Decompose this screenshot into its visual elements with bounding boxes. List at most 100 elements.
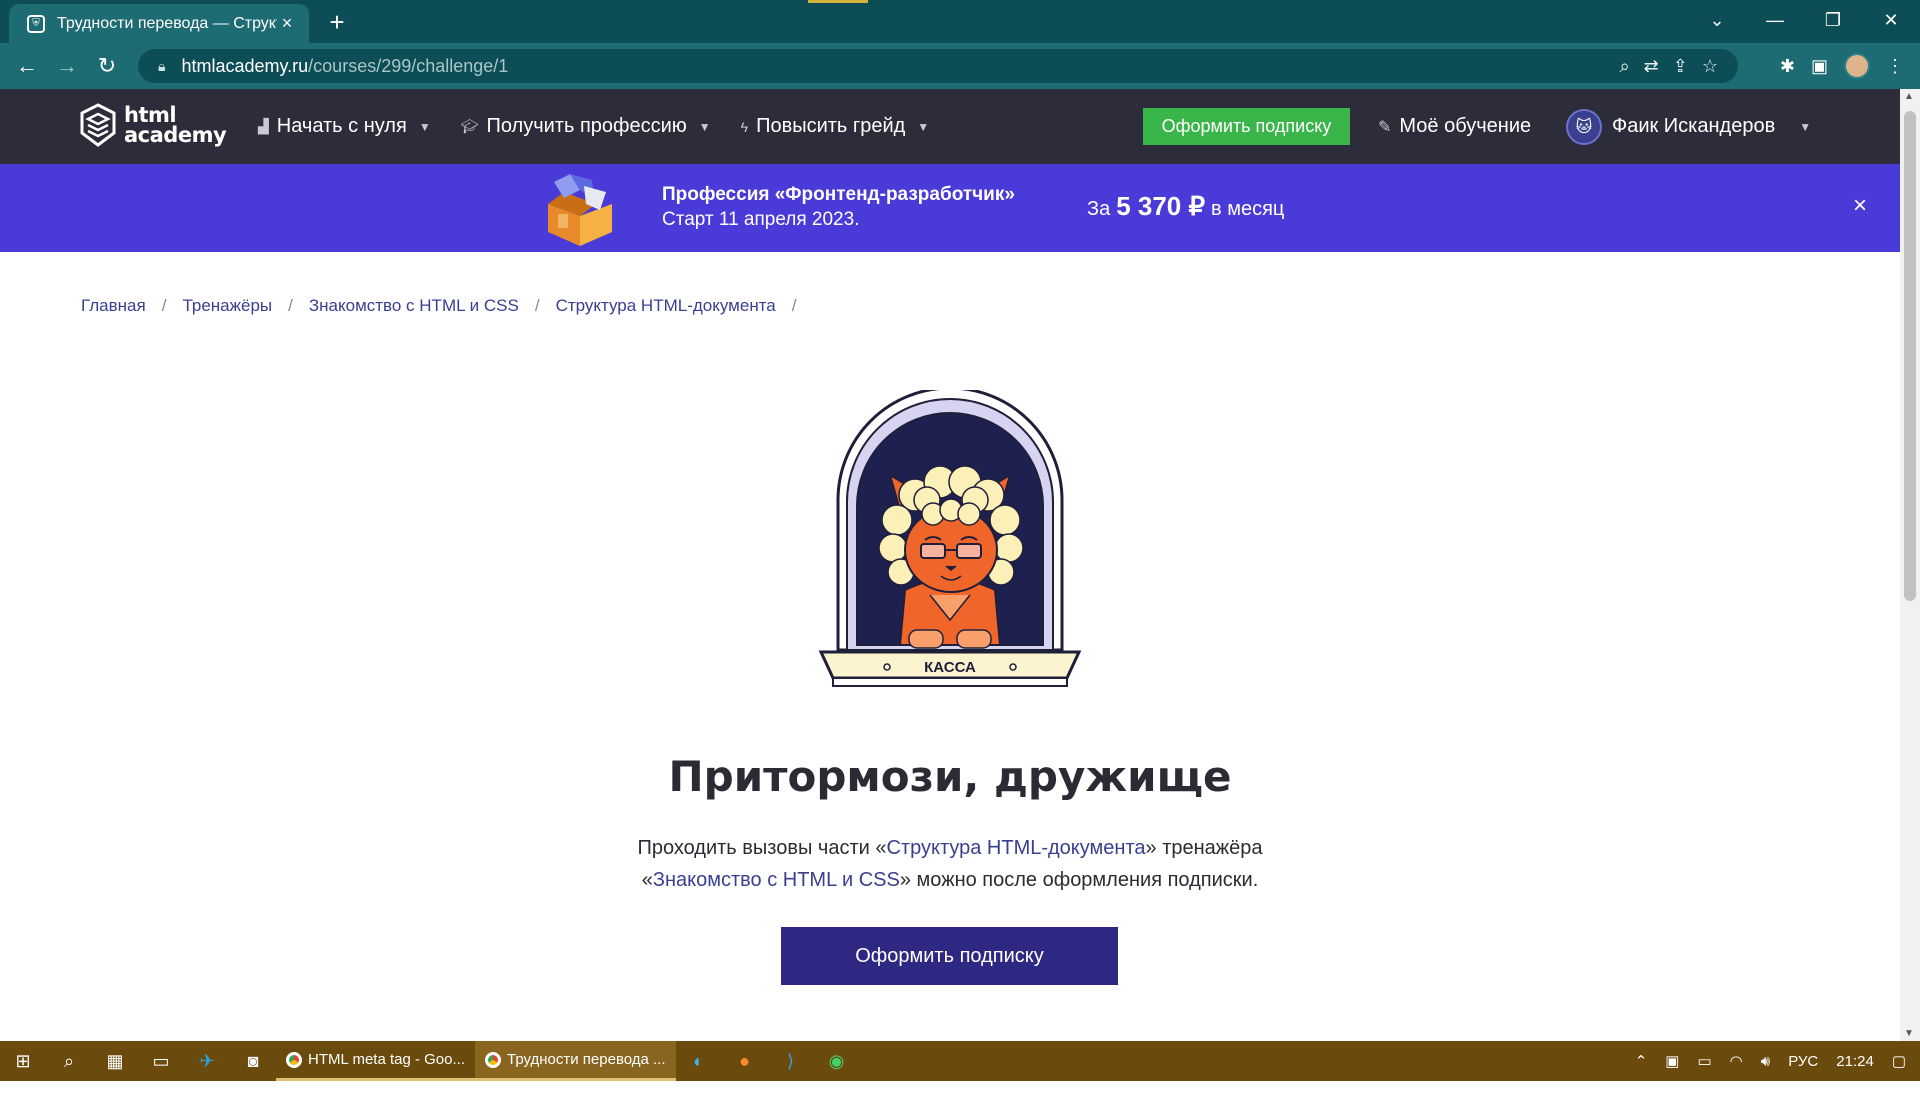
wifi-icon[interactable]: ◠ (1730, 1052, 1743, 1070)
taskbar-app-chrome-1[interactable]: HTML meta tag - Goo... (276, 1041, 475, 1081)
user-name: Фаик Искандеров (1612, 115, 1776, 137)
app-icon[interactable]: ◙ (230, 1041, 276, 1081)
price-amount: 5 370 ₽ (1116, 191, 1206, 221)
tray-app-icon[interactable]: ▣ (1665, 1052, 1679, 1070)
firefox-icon[interactable]: ● (722, 1041, 768, 1081)
scroll-up-arrow-icon[interactable]: ▲ (1904, 91, 1914, 102)
whatsapp-icon[interactable]: ◉ (814, 1041, 860, 1081)
graduation-cap-icon: 🎓︎ (460, 118, 479, 134)
taskbar-app-label: HTML meta tag - Goo... (308, 1051, 465, 1068)
taskbar-app-chrome-2[interactable]: Трудности перевода ... (475, 1041, 676, 1081)
cashier-cat-illustration: КАССА (818, 390, 1082, 687)
cashier-sign-text: КАССА (924, 659, 976, 676)
windows-taskbar: ⊞ ⌕ ▦ ▭ ✈ ◙ HTML meta tag - Goo... Трудн… (0, 1041, 1920, 1081)
chrome-icon (286, 1051, 302, 1068)
menu-item-label: Получить профессию (486, 115, 687, 137)
bars-icon: ▟ (258, 118, 269, 134)
my-learning-label: Моё обучение (1399, 115, 1532, 137)
promo-title: Профессия «Фронтенд-разработчик» (662, 184, 1015, 205)
price-suffix: в месяц (1211, 198, 1285, 220)
scroll-down-arrow-icon[interactable]: ▼ (1904, 1028, 1914, 1039)
my-learning-link[interactable]: ✎ Моё обучение (1378, 89, 1531, 164)
breadcrumb: Главная / Тренажёры / Знакомство с HTML … (81, 296, 813, 316)
browser-toolbar: ← → ↻ 🔒︎ htmlacademy.ru /courses/299/cha… (0, 43, 1920, 89)
breadcrumb-trainers[interactable]: Тренажёры (182, 296, 272, 316)
search-icon[interactable]: ⌕ (46, 1041, 92, 1081)
course-link[interactable]: Знакомство с HTML и CSS (653, 869, 900, 891)
promo-banner[interactable]: Профессия «Фронтенд-разработчик» Старт 1… (0, 164, 1900, 252)
restore-button[interactable]: ❐ (1804, 0, 1862, 40)
page-scrollbar[interactable]: ▲ ▼ (1900, 89, 1920, 1041)
vscode-icon[interactable]: ⟩ (768, 1041, 814, 1081)
terminal-icon[interactable]: ▭ (138, 1041, 184, 1081)
price-prefix: За (1087, 198, 1111, 220)
browser-tab-active[interactable]: ⛨ Трудности перевода — Структу × (9, 4, 309, 43)
battery-icon[interactable]: ▭ (1697, 1052, 1711, 1070)
notice-text: Проходить вызовы части « (637, 837, 887, 859)
tab-search-icon[interactable]: ⌄ (1688, 0, 1746, 40)
promo-close-icon[interactable]: × (1846, 192, 1874, 220)
breadcrumb-course[interactable]: Знакомство с HTML и CSS (309, 296, 519, 316)
breadcrumb-separator: / (534, 296, 540, 315)
telegram-icon[interactable]: ✈ (184, 1041, 230, 1081)
menu-raise-grade[interactable]: ϟ Повысить грейд ▼ (741, 115, 930, 138)
logo-line-2: academy (124, 123, 227, 147)
htmlacademy-logo[interactable]: html academy (80, 103, 227, 147)
clock[interactable]: 21:24 (1836, 1053, 1874, 1070)
notifications-icon[interactable]: ▢ (1892, 1052, 1906, 1070)
lock-icon: 🔒︎ (158, 57, 166, 74)
user-menu[interactable]: 🐱︎ Фаик Искандеров ▼ (1566, 89, 1811, 164)
page-title: Притормози, дружище (668, 752, 1232, 801)
close-window-button[interactable]: ✕ (1862, 0, 1920, 40)
windows-start-icon[interactable]: ⊞ (0, 1041, 46, 1081)
menu-get-profession[interactable]: 🎓︎ Получить профессию ▼ (461, 115, 711, 138)
breadcrumb-separator: / (161, 296, 167, 315)
language-indicator[interactable]: РУС (1788, 1053, 1818, 1070)
share-icon[interactable]: ⇪ (1673, 56, 1688, 77)
promo-price: За 5 370 ₽ в месяц (1087, 191, 1284, 222)
bookmark-star-icon[interactable]: ☆ (1702, 56, 1718, 77)
volume-icon[interactable]: 🔊︎ (1761, 1053, 1770, 1070)
window-controls: ⌄ — ❐ ✕ (1688, 0, 1920, 40)
breadcrumb-chapter[interactable]: Структура HTML-документа (556, 296, 776, 316)
back-arrow-icon[interactable]: ← (12, 51, 42, 81)
subscription-notice: Проходить вызовы части «Структура HTML-д… (0, 832, 1900, 896)
browser-extension-area: ✱ ▣ ⋮ (1780, 51, 1920, 81)
forward-arrow-icon[interactable]: → (52, 51, 82, 81)
notice-text: » тренажёра (1145, 837, 1263, 859)
site-header: html academy ▟ Начать с нуля ▼ 🎓︎ Получи… (0, 89, 1900, 164)
logo-line-1: html (124, 103, 177, 127)
chevron-down-icon: ▼ (1799, 119, 1812, 134)
tab-close-icon[interactable]: × (277, 13, 297, 34)
chapter-link[interactable]: Структура HTML-документа (886, 837, 1145, 859)
minimize-button[interactable]: — (1746, 0, 1804, 40)
extensions-puzzle-icon[interactable]: ✱ (1780, 56, 1795, 77)
tray-overflow-icon[interactable]: ⌃ (1635, 1052, 1648, 1070)
subscribe-button[interactable]: Оформить подписку (781, 927, 1118, 985)
zoom-search-icon[interactable]: ⌕ (1620, 56, 1630, 77)
menu-start-from-scratch[interactable]: ▟ Начать с нуля ▼ (258, 115, 431, 138)
menu-item-label: Начать с нуля (276, 115, 407, 137)
scrollbar-thumb[interactable] (1904, 111, 1916, 601)
breadcrumb-home[interactable]: Главная (81, 296, 146, 316)
edge-icon[interactable]: ◐ (676, 1041, 722, 1081)
address-bar-actions: ⌕ ⇄ ⇪ ☆ (1620, 49, 1738, 83)
chevron-down-icon: ▼ (698, 119, 711, 134)
new-tab-button[interactable]: + (323, 7, 351, 37)
translate-icon[interactable]: ⇄ (1644, 56, 1659, 77)
chevron-down-icon: ▼ (917, 119, 930, 134)
chrome-icon (485, 1051, 501, 1068)
lightning-icon: ϟ (740, 118, 749, 135)
widgets-icon[interactable]: ▦ (92, 1041, 138, 1081)
side-panel-icon[interactable]: ▣ (1811, 56, 1828, 77)
user-avatar: 🐱︎ (1566, 108, 1602, 145)
breadcrumb-separator: / (791, 296, 797, 315)
tab-title: Трудности перевода — Структу (57, 14, 277, 32)
reload-icon[interactable]: ↻ (92, 51, 122, 81)
promo-box-illustration (548, 174, 612, 246)
browser-menu-icon[interactable]: ⋮ (1886, 56, 1904, 77)
menu-item-label: Повысить грейд (756, 115, 906, 137)
profile-avatar[interactable] (1844, 53, 1870, 79)
address-bar[interactable]: 🔒︎ htmlacademy.ru /courses/299/challenge… (138, 49, 1738, 83)
header-subscribe-button[interactable]: Оформить подписку (1143, 108, 1350, 145)
